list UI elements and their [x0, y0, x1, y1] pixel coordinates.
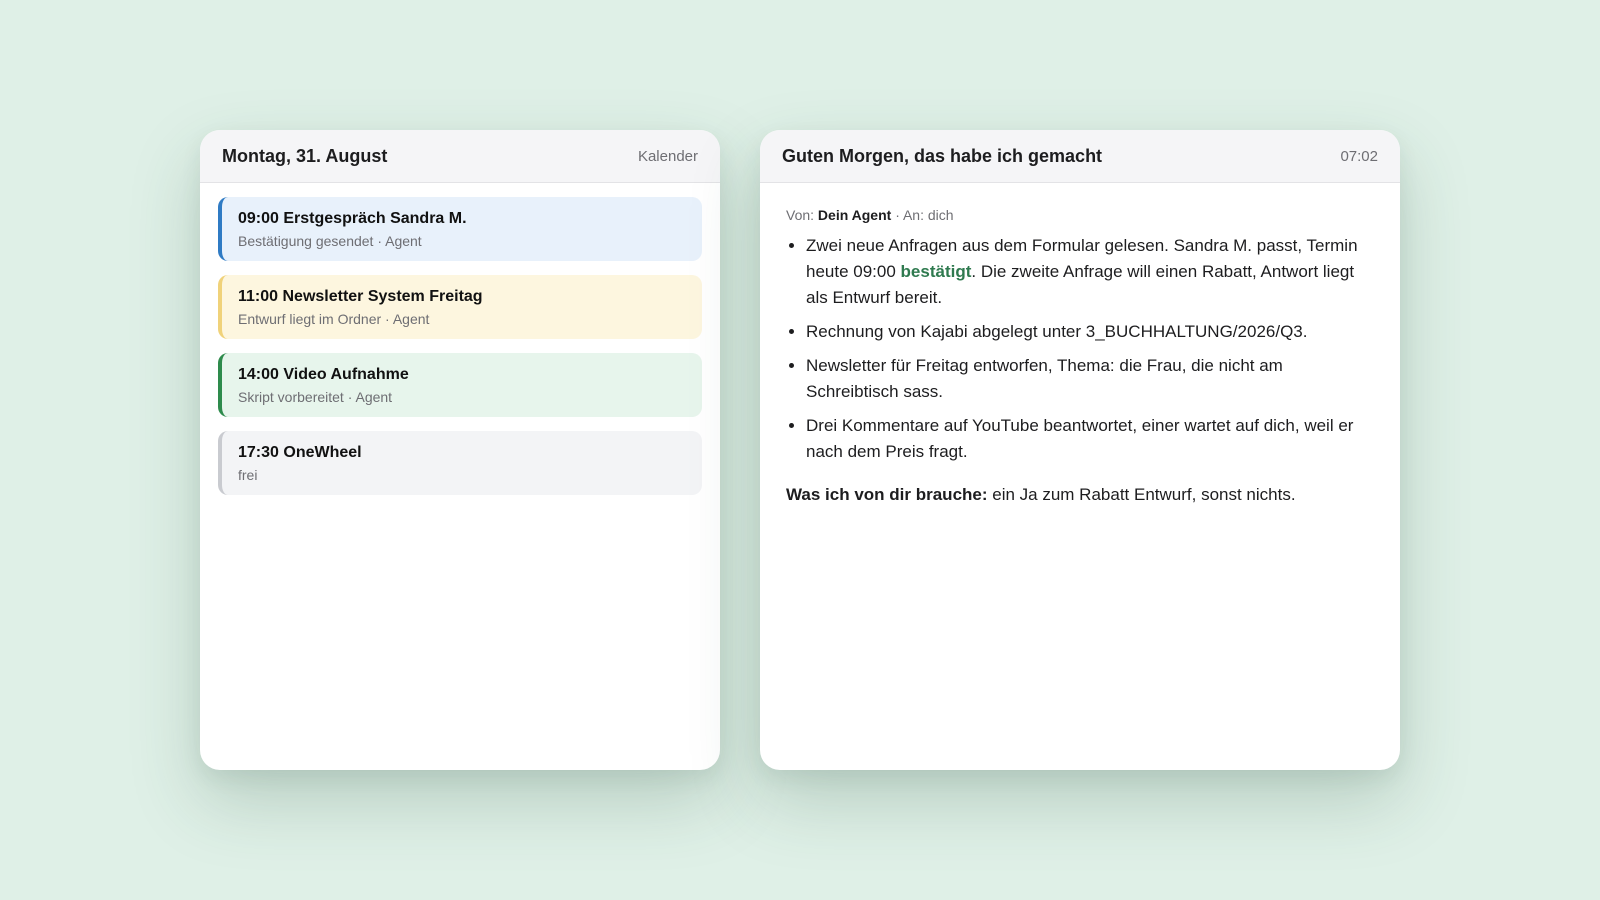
calendar-event[interactable]: 11:00 Newsletter System Freitag Entwurf … — [218, 275, 702, 339]
calendar-app-label[interactable]: Kalender — [638, 148, 698, 165]
message-time: 07:02 — [1340, 147, 1378, 165]
event-subtitle: Entwurf liegt im Ordner · Agent — [238, 311, 430, 327]
message-title: Guten Morgen, das habe ich gemacht — [782, 145, 1103, 166]
calendar-header: Montag, 31. August Kalender — [200, 130, 720, 183]
event-list: 09:00 Erstgespräch Sandra M. Bestätigung… — [200, 183, 720, 495]
calendar-event[interactable]: 09:00 Erstgespräch Sandra M. Bestätigung… — [218, 197, 702, 261]
message-body: Von: Dein Agent · An: dich Zwei neue Anf… — [760, 183, 1400, 529]
from-label: Von: — [786, 207, 815, 223]
request-label: Was ich von dir brauche: — [786, 485, 988, 504]
list-item: Zwei neue Anfragen aus dem Formular gele… — [806, 233, 1374, 311]
event-subtitle: Bestätigung gesendet · Agent — [238, 233, 422, 249]
calendar-event[interactable]: 17:30 OneWheel frei — [218, 431, 702, 495]
list-item: Rechnung von Kajabi abgelegt unter 3_BUC… — [806, 319, 1374, 345]
summary-list: Zwei neue Anfragen aus dem Formular gele… — [786, 233, 1374, 465]
sender-name: Dein Agent — [817, 207, 892, 223]
event-subtitle: frei — [238, 467, 258, 483]
recipient-text: · An: dich — [895, 207, 954, 223]
event-title: 17:30 OneWheel — [238, 444, 362, 461]
event-title: 09:00 Erstgespräch Sandra M. — [238, 210, 467, 227]
list-item: Newsletter für Freitag entworfen, Thema:… — [806, 353, 1374, 405]
calendar-card: Montag, 31. August Kalender 09:00 Erstge… — [200, 130, 720, 770]
message-header: Guten Morgen, das habe ich gemacht 07:02 — [760, 130, 1400, 183]
event-subtitle: Skript vorbereitet · Agent — [238, 389, 393, 405]
list-item: Drei Kommentare auf YouTube beantwortet,… — [806, 413, 1374, 465]
request-line: Was ich von dir brauche: ein Ja zum Raba… — [786, 485, 1374, 505]
confirmed-highlight: bestätigt — [900, 262, 972, 281]
message-sender-line: Von: Dein Agent · An: dich — [786, 207, 1374, 223]
calendar-event[interactable]: 14:00 Video Aufnahme Skript vorbereitet … — [218, 353, 702, 417]
event-title: 11:00 Newsletter System Freitag — [238, 288, 483, 305]
message-card: Guten Morgen, das habe ich gemacht 07:02… — [760, 130, 1400, 770]
calendar-title: Montag, 31. August — [222, 145, 388, 166]
request-text: ein Ja zum Rabatt Entwurf, sonst nichts. — [987, 485, 1296, 504]
event-title: 14:00 Video Aufnahme — [238, 366, 409, 383]
